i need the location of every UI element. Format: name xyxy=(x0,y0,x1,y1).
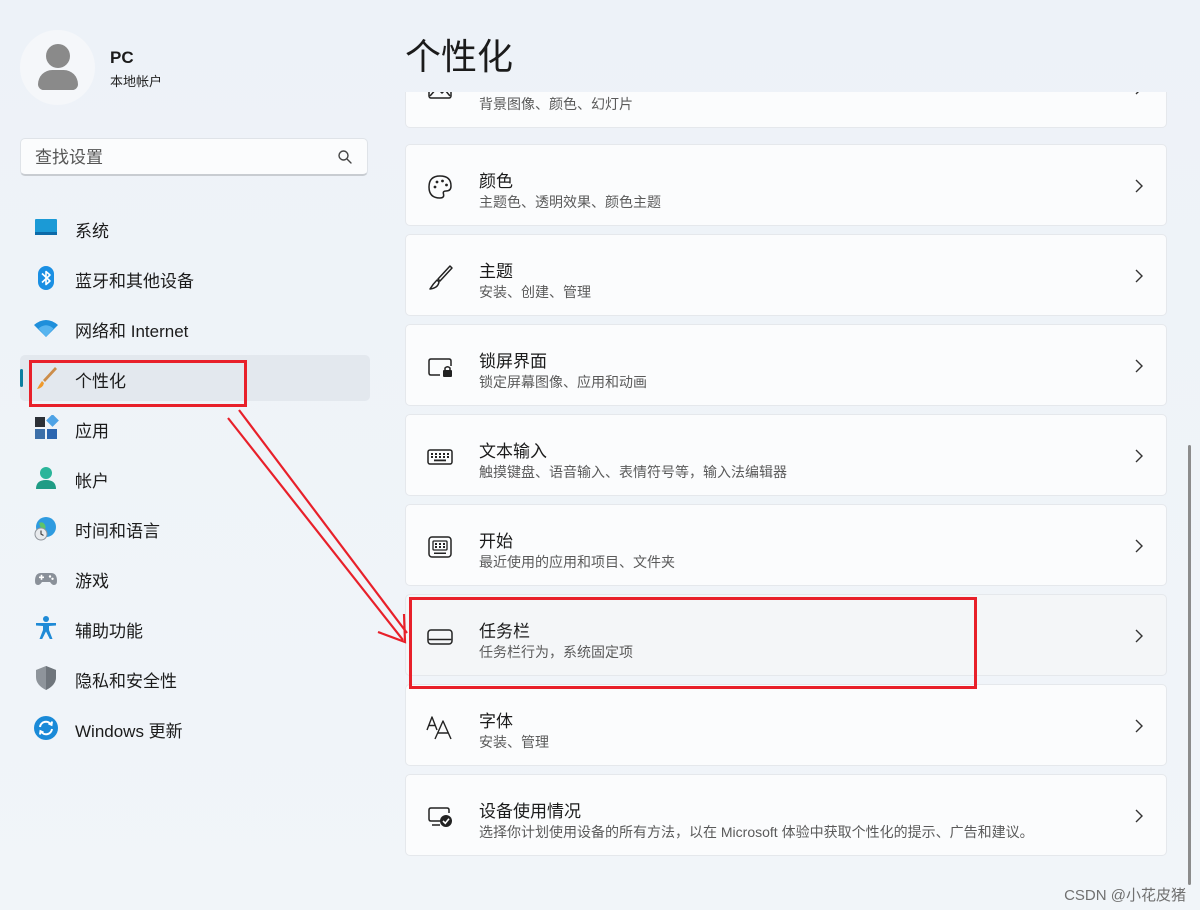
setting-lock-screen[interactable]: 锁屏界面 锁定屏幕图像、应用和动画 xyxy=(405,324,1167,406)
account-icon xyxy=(36,467,56,489)
setting-start[interactable]: 开始 最近使用的应用和项目、文件夹 xyxy=(405,504,1167,586)
apps-icon xyxy=(35,415,59,439)
gamepad-icon xyxy=(35,573,57,585)
setting-title: 主题 xyxy=(479,262,513,281)
setting-title: 设备使用情况 xyxy=(479,802,581,821)
avatar xyxy=(20,30,95,105)
wifi-icon xyxy=(34,320,58,337)
sidebar-item-windows-update[interactable]: Windows 更新 xyxy=(20,705,370,751)
setting-title: 文本输入 xyxy=(479,442,547,461)
settings-list: 背景 背景图像、颜色、幻灯片 颜色 主题色、透明效果、颜色主题 主题 安装、创建… xyxy=(405,92,1169,910)
sidebar-nav: 系统 蓝牙和其他设备 网络和 Internet 个性化 应用 帐户 时间和语言 … xyxy=(20,205,370,755)
chevron-right-icon xyxy=(1135,92,1139,95)
sidebar-item-accessibility[interactable]: 辅助功能 xyxy=(20,605,370,651)
search-input[interactable] xyxy=(33,145,327,171)
sidebar-item-system[interactable]: 系统 xyxy=(20,205,370,251)
sidebar-item-label: 辅助功能 xyxy=(75,622,143,641)
device-usage-icon xyxy=(428,807,452,827)
sidebar-item-label: 隐私和安全性 xyxy=(75,672,177,691)
setting-description: 安装、管理 xyxy=(479,734,549,750)
setting-text-input[interactable]: 文本输入 触摸键盘、语音输入、表情符号等，输入法编辑器 xyxy=(405,414,1167,496)
setting-description: 主题色、透明效果、颜色主题 xyxy=(479,194,661,210)
setting-description: 触摸键盘、语音输入、表情符号等，输入法编辑器 xyxy=(479,464,787,480)
sidebar-item-label: 时间和语言 xyxy=(75,522,160,541)
globe-clock-icon xyxy=(34,517,56,541)
avatar-body xyxy=(38,70,78,90)
lock-screen-icon xyxy=(428,358,452,377)
scrollbar[interactable] xyxy=(1188,445,1191,885)
watermark: CSDN @小花皮猪 xyxy=(1064,887,1186,904)
page-title: 个性化 xyxy=(405,36,514,77)
keyboard-icon xyxy=(427,449,453,465)
setting-title: 颜色 xyxy=(479,172,513,191)
chevron-right-icon xyxy=(1135,179,1143,193)
setting-description: 锁定屏幕图像、应用和动画 xyxy=(479,374,647,390)
sidebar-item-label: 应用 xyxy=(75,422,109,441)
font-icon xyxy=(426,716,452,740)
sidebar-item-network[interactable]: 网络和 Internet xyxy=(20,305,370,351)
account-type: 本地帐户 xyxy=(110,74,163,89)
user-profile[interactable]: PC 本地帐户 xyxy=(20,30,360,106)
setting-title: 锁屏界面 xyxy=(479,352,547,371)
chevron-right-icon xyxy=(1135,359,1143,373)
chevron-right-icon xyxy=(1135,539,1143,553)
chevron-right-icon xyxy=(1135,449,1143,463)
annotation-box-taskbar xyxy=(409,597,977,689)
setting-title: 字体 xyxy=(479,712,513,731)
settings-window: PC 本地帐户 系统 蓝牙和其他设备 xyxy=(0,0,1200,910)
shield-icon xyxy=(36,666,56,690)
sidebar-item-label: 蓝牙和其他设备 xyxy=(75,272,194,291)
selection-indicator xyxy=(20,369,23,387)
palette-icon xyxy=(428,175,452,199)
sidebar-item-label: 游戏 xyxy=(75,572,109,591)
setting-description: 选择你计划使用设备的所有方法，以在 Microsoft 体验中获取个性化的提示、… xyxy=(479,824,1034,840)
sidebar-item-apps[interactable]: 应用 xyxy=(20,405,370,451)
sidebar-item-bluetooth[interactable]: 蓝牙和其他设备 xyxy=(20,255,370,301)
chevron-right-icon xyxy=(1135,269,1143,283)
sidebar-item-label: 帐户 xyxy=(75,472,109,491)
setting-description: 背景图像、颜色、幻灯片 xyxy=(479,96,633,112)
sidebar-item-label: 系统 xyxy=(75,222,109,241)
accessibility-icon xyxy=(36,616,56,639)
avatar-head xyxy=(46,44,70,68)
setting-colors[interactable]: 颜色 主题色、透明效果、颜色主题 xyxy=(405,144,1167,226)
image-icon xyxy=(428,92,452,99)
bluetooth-icon xyxy=(38,266,54,290)
monitor-icon xyxy=(35,219,57,235)
setting-title: 开始 xyxy=(479,532,513,551)
sync-icon xyxy=(34,716,58,740)
search-box[interactable] xyxy=(20,138,368,176)
sidebar-item-label: 网络和 Internet xyxy=(75,322,189,341)
setting-description: 最近使用的应用和项目、文件夹 xyxy=(479,554,675,570)
setting-description: 安装、创建、管理 xyxy=(479,284,591,300)
setting-background[interactable]: 背景 背景图像、颜色、幻灯片 xyxy=(405,92,1167,128)
sidebar-item-accounts[interactable]: 帐户 xyxy=(20,455,370,501)
setting-device-usage[interactable]: 设备使用情况 选择你计划使用设备的所有方法，以在 Microsoft 体验中获取… xyxy=(405,774,1167,856)
start-menu-icon xyxy=(428,536,452,558)
sidebar-item-privacy[interactable]: 隐私和安全性 xyxy=(20,655,370,701)
annotation-box-personalization xyxy=(29,360,247,407)
search-icon[interactable] xyxy=(337,149,353,165)
chevron-right-icon xyxy=(1135,809,1143,823)
chevron-right-icon xyxy=(1135,719,1143,733)
sidebar-item-gaming[interactable]: 游戏 xyxy=(20,555,370,601)
chevron-right-icon xyxy=(1135,629,1143,643)
setting-fonts[interactable]: 字体 安装、管理 xyxy=(405,684,1167,766)
sidebar-item-time-language[interactable]: 时间和语言 xyxy=(20,505,370,551)
setting-themes[interactable]: 主题 安装、创建、管理 xyxy=(405,234,1167,316)
brush-icon xyxy=(429,265,453,290)
sidebar-item-label: Windows 更新 xyxy=(75,722,183,741)
user-name: PC xyxy=(110,48,134,67)
